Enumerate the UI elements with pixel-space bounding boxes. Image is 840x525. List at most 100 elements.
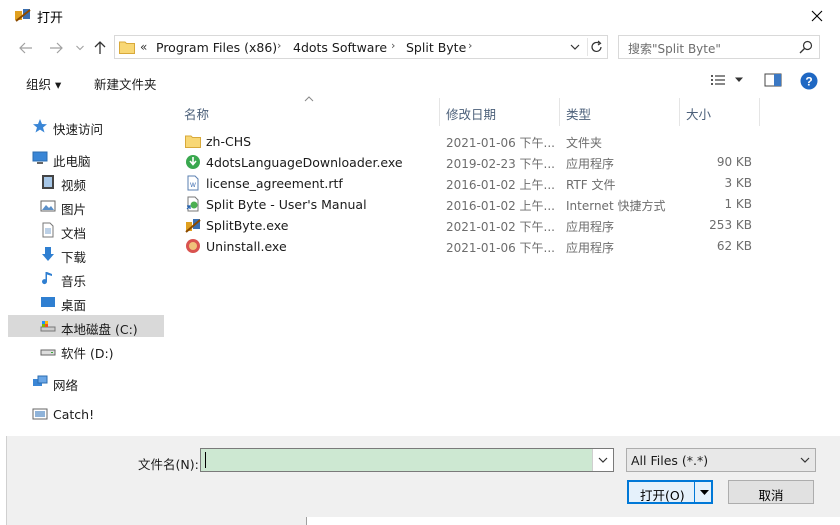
- breadcrumb-split-byte[interactable]: Split Byte: [406, 40, 466, 55]
- filename-combobox[interactable]: [200, 448, 614, 472]
- view-options-icon[interactable]: [710, 73, 728, 87]
- rtf-file-icon: W: [187, 175, 199, 191]
- table-row[interactable]: Uninstall.exe 2021-01-06 下午... 应用程序 62 K…: [180, 236, 760, 257]
- documents-icon: [42, 222, 54, 238]
- sort-ascending-icon: [304, 96, 314, 102]
- breadcrumb-separator[interactable]: ›: [391, 39, 395, 52]
- refresh-button[interactable]: [587, 38, 606, 56]
- nav-this-pc[interactable]: 此电脑: [8, 147, 164, 169]
- nav-item-label: 下载: [61, 250, 87, 265]
- file-name: license_agreement.rtf: [206, 176, 343, 191]
- nav-item-label: 视频: [61, 178, 87, 193]
- column-separator[interactable]: [439, 98, 440, 126]
- help-icon[interactable]: ?: [800, 72, 818, 90]
- computer-icon: [32, 151, 48, 164]
- folder-icon: [185, 135, 201, 148]
- file-name: 4dotsLanguageDownloader.exe: [206, 155, 403, 170]
- table-row[interactable]: SplitByte.exe 2021-01-02 下午... 应用程序 253 …: [180, 215, 760, 236]
- breadcrumb-program-files[interactable]: Program Files (x86): [156, 40, 277, 55]
- nav-local-disk-c[interactable]: 本地磁盘 (C:): [8, 315, 164, 337]
- background-window-edge: [306, 517, 840, 525]
- nav-quick-access[interactable]: 快速访问: [8, 115, 164, 137]
- nav-documents[interactable]: 文档: [8, 219, 164, 241]
- search-box[interactable]: 搜索"Split Byte": [618, 35, 820, 59]
- nav-videos[interactable]: 视频: [8, 171, 164, 193]
- dialog-footer: 文件名(N): All Files (*.*) 打开(O) 取消: [0, 436, 840, 525]
- nav-catch[interactable]: Catch!: [8, 403, 164, 425]
- open-options-dropdown[interactable]: [694, 482, 714, 502]
- breadcrumb-overflow[interactable]: «: [140, 40, 147, 54]
- forward-button[interactable]: [46, 38, 66, 58]
- file-type: RTF 文件: [566, 178, 616, 192]
- table-row[interactable]: zh-CHS 2021-01-06 下午... 文件夹: [180, 131, 760, 152]
- nav-music[interactable]: 音乐: [8, 267, 164, 289]
- chevron-down-icon: [800, 457, 810, 463]
- uninstall-icon: [186, 239, 200, 253]
- close-button[interactable]: [794, 0, 840, 31]
- text-caret: [205, 452, 206, 468]
- nav-desktop[interactable]: 桌面: [8, 291, 164, 313]
- back-arrow-icon: [19, 42, 32, 54]
- preview-pane-icon[interactable]: [764, 73, 782, 87]
- nav-item-label: 此电脑: [53, 154, 91, 169]
- refresh-icon: [591, 40, 602, 53]
- nav-item-label: 音乐: [61, 274, 87, 289]
- filename-input[interactable]: [201, 449, 599, 471]
- file-size: 90 KB: [716, 155, 752, 169]
- column-header-size[interactable]: 大小: [686, 104, 711, 123]
- music-icon: [42, 272, 52, 285]
- file-type: 文件夹: [566, 136, 603, 150]
- file-type-filter[interactable]: All Files (*.*): [626, 448, 816, 472]
- new-folder-button[interactable]: 新建文件夹: [94, 74, 157, 93]
- table-row[interactable]: 4dotsLanguageDownloader.exe 2019-02-23 下…: [180, 152, 760, 173]
- file-size: 1 KB: [724, 197, 752, 211]
- column-header-date[interactable]: 修改日期: [446, 104, 496, 123]
- breadcrumb-4dots-software[interactable]: 4dots Software: [293, 40, 387, 55]
- column-header-name[interactable]: 名称: [184, 104, 209, 123]
- nav-network[interactable]: 网络: [8, 371, 164, 393]
- address-dropdown-button[interactable]: [569, 39, 583, 55]
- chevron-down-icon[interactable]: [734, 76, 744, 84]
- up-button[interactable]: [90, 38, 110, 58]
- forward-arrow-icon: [50, 42, 63, 54]
- filename-dropdown-button[interactable]: [592, 449, 613, 471]
- navigation-pane: 快速访问 此电脑 视频 图片 文档 下载 音乐 桌面 本地磁盘 (C:) 软件 …: [8, 98, 164, 436]
- nav-downloads[interactable]: 下载: [8, 243, 164, 265]
- column-separator[interactable]: [679, 98, 680, 126]
- nav-software-d[interactable]: 软件 (D:): [8, 339, 164, 361]
- search-placeholder: 搜索"Split Byte": [628, 42, 721, 56]
- file-date: 2021-01-06 下午...: [446, 136, 555, 150]
- organize-menu-button[interactable]: 组织 ▾: [26, 74, 61, 93]
- svg-text:?: ?: [805, 75, 812, 89]
- title-bar: 打开: [0, 0, 840, 31]
- file-date: 2016-01-02 上午...: [446, 178, 555, 192]
- file-list: 名称 修改日期 类型 大小 zh-CHS 2021-01-06 下午... 文件…: [166, 96, 840, 436]
- nav-item-label: Catch!: [53, 407, 95, 422]
- file-type: Internet 快捷方式: [566, 199, 666, 213]
- address-bar[interactable]: « Program Files (x86) › 4dots Software ›…: [114, 35, 608, 59]
- column-separator[interactable]: [759, 98, 760, 126]
- search-icon[interactable]: [799, 40, 813, 54]
- folder-icon: [119, 41, 135, 54]
- cancel-button[interactable]: 取消: [728, 480, 814, 504]
- file-name: SplitByte.exe: [206, 218, 289, 233]
- desktop-icon: [41, 297, 55, 307]
- table-row[interactable]: W license_agreement.rtf 2016-01-02 上午...…: [180, 173, 760, 194]
- back-button[interactable]: [16, 38, 36, 58]
- table-row[interactable]: Split Byte - User's Manual 2016-01-02 上午…: [180, 194, 760, 215]
- breadcrumb-separator[interactable]: ›: [277, 39, 281, 52]
- open-button[interactable]: 打开(O): [627, 480, 713, 504]
- file-date: 2016-01-02 上午...: [446, 199, 555, 213]
- column-header-type[interactable]: 类型: [566, 104, 591, 123]
- file-name: Uninstall.exe: [206, 239, 287, 254]
- recent-locations-button[interactable]: [70, 38, 90, 58]
- column-separator[interactable]: [559, 98, 560, 126]
- file-type-filter-value: All Files (*.*): [631, 453, 709, 468]
- splitbyte-app-icon: [185, 219, 201, 233]
- breadcrumb-separator[interactable]: ›: [468, 39, 472, 52]
- nav-pictures[interactable]: 图片: [8, 195, 164, 217]
- file-type: 应用程序: [566, 157, 615, 171]
- window-title: 打开: [37, 11, 64, 26]
- cancel-button-label: 取消: [758, 488, 784, 503]
- nav-item-label: 桌面: [61, 298, 87, 313]
